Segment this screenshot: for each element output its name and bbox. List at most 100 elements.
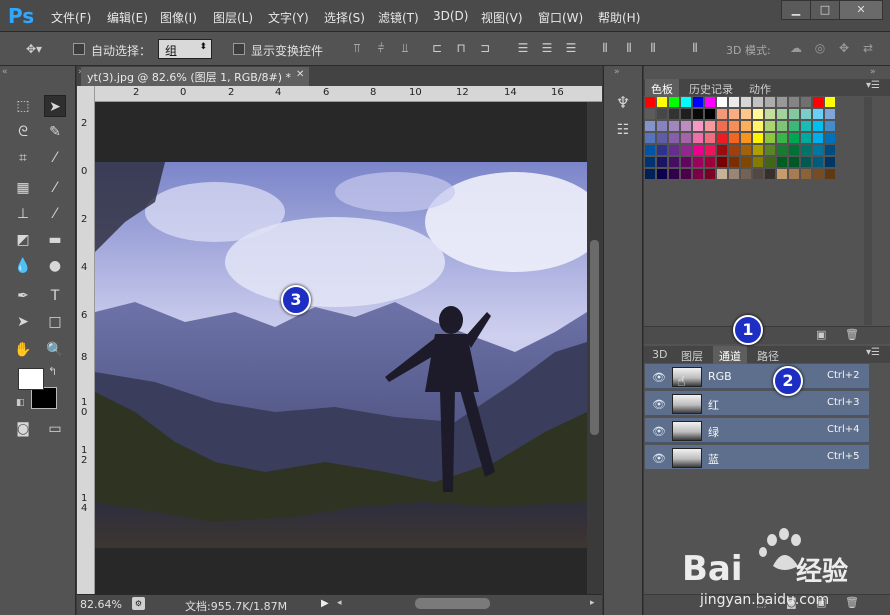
background-color-swatch[interactable] <box>31 387 57 409</box>
maximize-icon[interactable]: □ <box>810 0 840 20</box>
color-swatch[interactable] <box>717 145 727 155</box>
visibility-eye-icon[interactable]: 👁 <box>652 425 666 438</box>
tab-channels[interactable]: 通道 <box>713 346 747 366</box>
color-swatch[interactable] <box>741 97 751 107</box>
color-swatch[interactable] <box>753 97 763 107</box>
gradient-tool-icon[interactable]: ▬ <box>44 229 66 251</box>
color-swatch[interactable] <box>669 133 679 143</box>
clone-stamp-tool-icon[interactable]: ⊥ <box>12 203 34 225</box>
vertical-scroll-thumb[interactable] <box>590 240 599 435</box>
color-swatch[interactable] <box>729 157 739 167</box>
color-swatch[interactable] <box>669 97 679 107</box>
swap-colors-icon[interactable]: ↰ <box>48 365 57 378</box>
healing-brush-tool-icon[interactable]: ▦ <box>12 177 34 199</box>
color-swatch[interactable] <box>765 133 775 143</box>
close-icon[interactable]: ✕ <box>839 0 883 20</box>
color-swatch[interactable] <box>645 121 655 131</box>
menu-type[interactable]: 文字(Y) <box>268 9 309 26</box>
color-swatch[interactable] <box>813 121 823 131</box>
color-swatch[interactable] <box>729 97 739 107</box>
color-swatch[interactable] <box>741 109 751 119</box>
crop-tool-icon[interactable]: ⌗ <box>12 147 34 169</box>
color-swatch[interactable] <box>693 109 703 119</box>
align-vcenter-icon[interactable]: ⫩ <box>373 40 389 56</box>
menu-view[interactable]: 视图(V) <box>481 9 523 26</box>
channel-row-blue[interactable]: 👁 蓝 Ctrl+5 <box>645 445 869 470</box>
color-swatch[interactable] <box>705 133 715 143</box>
color-swatch[interactable] <box>777 145 787 155</box>
color-swatch[interactable] <box>825 109 835 119</box>
default-colors-icon[interactable]: ◧ <box>16 398 25 408</box>
panel-menu-icon[interactable]: ▾☰ <box>866 80 880 91</box>
color-swatch[interactable] <box>813 133 823 143</box>
expand-panels-icon[interactable]: » <box>614 67 620 77</box>
align-right-icon[interactable]: ⊐ <box>477 40 493 56</box>
color-swatch[interactable] <box>753 133 763 143</box>
color-swatch[interactable] <box>789 109 799 119</box>
color-swatch[interactable] <box>681 121 691 131</box>
color-swatch[interactable] <box>645 145 655 155</box>
color-swatch[interactable] <box>765 121 775 131</box>
color-swatch[interactable] <box>801 97 811 107</box>
history-brush-tool-icon[interactable]: ⁄ <box>44 203 66 225</box>
color-swatch[interactable] <box>741 157 751 167</box>
color-swatch[interactable] <box>741 121 751 131</box>
delete-swatch-icon[interactable]: 🗑 <box>845 328 859 341</box>
move-tool-preset-icon[interactable]: ✥▾ <box>22 41 46 57</box>
scroll-right-icon[interactable]: ▸ <box>590 598 595 608</box>
menu-file[interactable]: 文件(F) <box>51 9 91 26</box>
color-swatch[interactable] <box>777 97 787 107</box>
color-swatch[interactable] <box>825 133 835 143</box>
color-swatch[interactable] <box>825 121 835 131</box>
color-swatch[interactable] <box>681 157 691 167</box>
color-swatch[interactable] <box>681 97 691 107</box>
color-swatch[interactable] <box>753 169 763 179</box>
menu-help[interactable]: 帮助(H) <box>598 9 640 26</box>
color-swatch[interactable] <box>801 169 811 179</box>
menu-image[interactable]: 图像(I) <box>160 9 197 26</box>
color-swatch[interactable] <box>693 121 703 131</box>
close-document-icon[interactable]: ✕ <box>296 69 304 80</box>
color-swatch[interactable] <box>729 145 739 155</box>
color-swatch[interactable] <box>765 97 775 107</box>
channels-menu-icon[interactable]: ▾☰ <box>866 347 880 358</box>
align-bottom-icon[interactable]: ⫫ <box>397 40 413 56</box>
new-swatch-icon[interactable]: ▣ <box>816 328 826 341</box>
color-swatch[interactable] <box>717 109 727 119</box>
menu-3d[interactable]: 3D(D) <box>433 9 468 23</box>
color-swatch[interactable] <box>717 169 727 179</box>
tab-layers[interactable]: 图层 <box>675 346 709 366</box>
color-swatch[interactable] <box>681 145 691 155</box>
distribute-top-icon[interactable]: ☰ <box>515 40 531 56</box>
color-swatch[interactable] <box>705 109 715 119</box>
color-swatch[interactable] <box>813 157 823 167</box>
3d-rotate-icon[interactable]: ☁ <box>788 40 804 56</box>
zoom-level[interactable]: 82.64% <box>80 598 122 611</box>
color-swatch[interactable] <box>717 97 727 107</box>
visibility-eye-icon[interactable]: 👁 <box>652 398 666 411</box>
menu-edit[interactable]: 编辑(E) <box>107 9 148 26</box>
color-swatch[interactable] <box>801 145 811 155</box>
color-swatch[interactable] <box>813 145 823 155</box>
color-swatch[interactable] <box>801 157 811 167</box>
screen-mode-icon[interactable]: ▭ <box>44 418 66 440</box>
color-swatch[interactable] <box>681 133 691 143</box>
color-swatch[interactable] <box>753 145 763 155</box>
color-swatch[interactable] <box>717 121 727 131</box>
distribute-hcenter-icon[interactable]: ⦀ <box>621 40 637 56</box>
blur-tool-icon[interactable]: 💧 <box>12 255 34 277</box>
color-swatch[interactable] <box>825 157 835 167</box>
color-swatch[interactable] <box>813 109 823 119</box>
color-swatch[interactable] <box>681 169 691 179</box>
color-swatch[interactable] <box>693 157 703 167</box>
document-image[interactable] <box>95 162 587 548</box>
status-info-icon[interactable]: ⚙ <box>132 597 145 610</box>
color-swatch[interactable] <box>645 109 655 119</box>
color-swatch[interactable] <box>777 157 787 167</box>
color-swatch[interactable] <box>753 109 763 119</box>
color-swatch[interactable] <box>729 133 739 143</box>
color-swatch[interactable] <box>765 109 775 119</box>
color-swatch[interactable] <box>657 97 667 107</box>
document-tab[interactable]: yt(3).jpg @ 82.6% (图层 1, RGB/8#) * <box>81 67 309 86</box>
brush-tool-icon[interactable]: ⁄ <box>44 177 66 199</box>
